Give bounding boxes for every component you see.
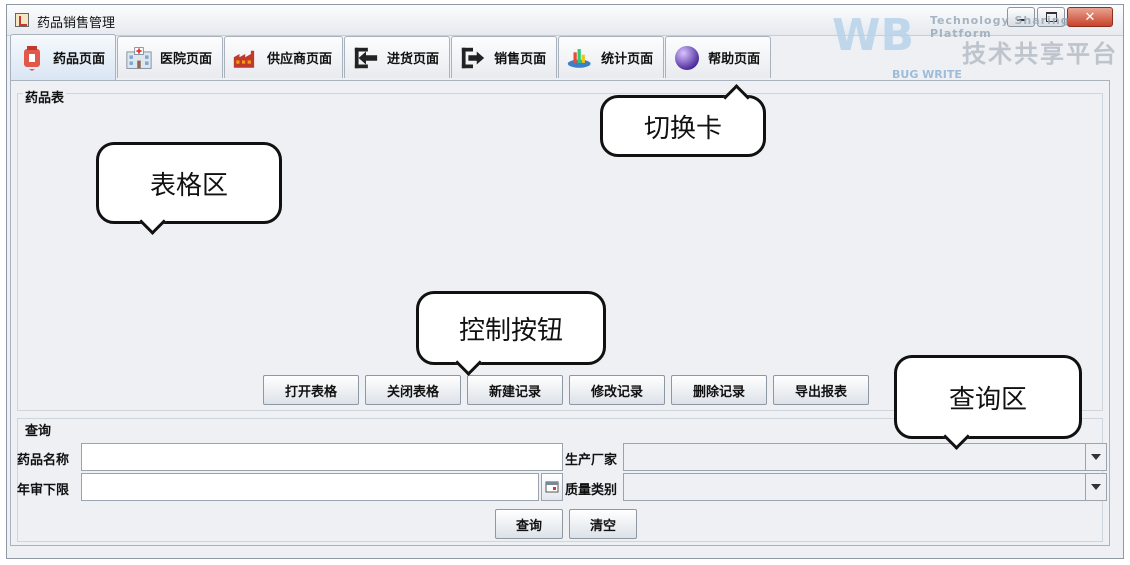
controls-callout-text: 控制按钮 — [458, 315, 563, 346]
query-group-title: 查询 — [23, 420, 54, 439]
chart-icon — [567, 45, 593, 71]
edit-record-button[interactable]: 修改记录 — [569, 375, 665, 405]
manufacturer-combo[interactable] — [623, 443, 1107, 471]
tab-help[interactable]: 帮助页面 — [665, 36, 772, 78]
window-title: 药品销售管理 — [37, 16, 116, 31]
query-callout: 查询区 — [894, 355, 1082, 450]
tab-hospital[interactable]: 医院页面 — [117, 36, 224, 78]
table-callout: 表格区 — [96, 142, 282, 235]
quality-category-label: 质量类别 — [565, 483, 618, 498]
new-record-button[interactable]: 新建记录 — [467, 375, 563, 405]
tab-supplier[interactable]: 供应商页面 — [224, 36, 344, 78]
tab-label: 药品页面 — [53, 52, 106, 67]
calendar-button[interactable] — [541, 473, 563, 501]
calendar-icon — [545, 481, 559, 493]
factory-icon — [233, 45, 259, 71]
tabs-callout-text: 切换卡 — [643, 113, 722, 144]
watermark-sub: BUG WRITE — [892, 68, 962, 81]
tabs-callout: 切换卡 — [600, 84, 766, 157]
drug-name-label: 药品名称 — [17, 453, 70, 468]
globe-icon — [674, 45, 700, 71]
search-button[interactable]: 查询 — [495, 509, 563, 539]
tab-label: 销售页面 — [494, 52, 547, 67]
query-callout-text: 查询区 — [948, 384, 1027, 415]
quality-category-combo[interactable] — [623, 473, 1107, 501]
close-table-button[interactable]: 关闭表格 — [365, 375, 461, 405]
medicine-icon — [19, 45, 45, 71]
hospital-icon — [126, 45, 152, 71]
tab-purchase[interactable]: 进货页面 — [344, 36, 451, 78]
chevron-down-icon[interactable] — [1085, 444, 1106, 470]
clear-button[interactable]: 清空 — [569, 509, 637, 539]
watermark-logo: WB Technology Sharing Platform BUG WRITE… — [832, 10, 1124, 94]
year-review-input[interactable] — [81, 473, 539, 501]
tab-sales[interactable]: 销售页面 — [451, 36, 558, 78]
tab-label: 统计页面 — [601, 52, 654, 67]
tab-bar: 药品页面 医院页面 供应商页面 进货页面 销售页面 统计页面 帮助页面 — [10, 34, 772, 80]
watermark-letters: WB — [832, 10, 915, 61]
table-callout-text: 表格区 — [149, 170, 228, 201]
tab-statistics[interactable]: 统计页面 — [558, 36, 665, 78]
open-table-button[interactable]: 打开表格 — [263, 375, 359, 405]
export-arrow-icon — [460, 45, 486, 71]
watermark-chinese: 技术共享平台 — [962, 40, 1118, 68]
tab-label: 进货页面 — [387, 52, 440, 67]
controls-callout: 控制按钮 — [416, 291, 606, 376]
import-arrow-icon — [353, 45, 379, 71]
year-review-label: 年审下限 — [17, 483, 70, 498]
manufacturer-label: 生产厂家 — [565, 453, 618, 468]
drug-name-input[interactable] — [81, 443, 563, 471]
export-report-button[interactable]: 导出报表 — [773, 375, 869, 405]
tab-label: 医院页面 — [160, 52, 213, 67]
java-app-icon — [15, 13, 29, 27]
tab-medicine[interactable]: 药品页面 — [10, 34, 117, 80]
tab-label: 供应商页面 — [267, 52, 333, 67]
chevron-down-icon[interactable] — [1085, 474, 1106, 500]
table-group-title: 药品表 — [23, 87, 67, 106]
delete-record-button[interactable]: 删除记录 — [671, 375, 767, 405]
tab-label: 帮助页面 — [708, 52, 761, 67]
